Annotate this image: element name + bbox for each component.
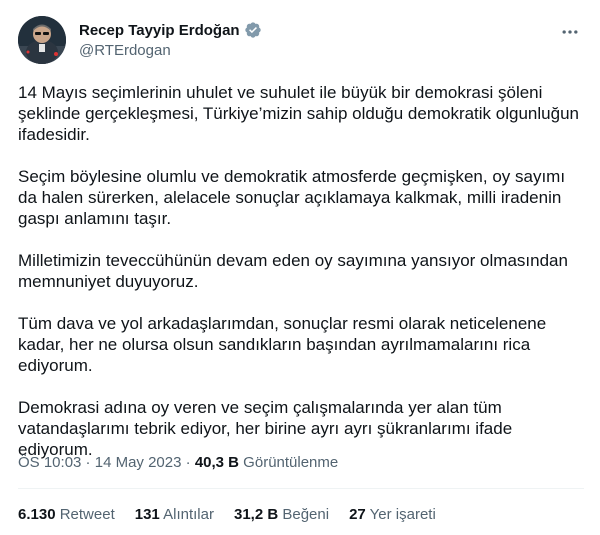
tweet-meta: ÖS 10:03 · 14 May 2023 · 40,3 B Görüntül… — [18, 454, 338, 471]
tweet-time[interactable]: ÖS 10:03 — [18, 454, 81, 471]
tweet-stats: 6.130 Retweet 131 Alıntılar 31,2 B Beğen… — [18, 506, 436, 523]
avatar-image — [18, 16, 66, 64]
quotes-stat[interactable]: 131 Alıntılar — [135, 506, 214, 523]
retweets-count: 6.130 — [18, 506, 56, 523]
tweet-date[interactable]: 14 May 2023 — [95, 454, 182, 471]
tweet-paragraph: Tüm dava ve yol arkadaşlarımdan, sonuçla… — [18, 314, 547, 375]
likes-label: Beğeni — [278, 506, 330, 523]
tweet-paragraph: 14 Mayıs seçimlerinin uhulet ve suhulet … — [18, 83, 579, 144]
retweets-label: Retweet — [55, 506, 115, 523]
views-label: Görüntülenme — [239, 454, 339, 471]
author-block: Recep Tayyip Erdoğan @RTErdogan — [79, 20, 262, 59]
retweets-stat[interactable]: 6.130 Retweet — [18, 506, 115, 523]
quotes-count: 131 — [134, 506, 160, 523]
tweet-card: Recep Tayyip Erdoğan @RTErdogan 14 Mayıs… — [0, 0, 600, 535]
views-count: 40,3 B — [194, 454, 240, 471]
likes-count: 31,2 B — [233, 506, 279, 523]
name-row: Recep Tayyip Erdoğan — [79, 20, 262, 40]
author-handle[interactable]: @RTErdogan — [79, 42, 262, 59]
verified-badge-icon[interactable] — [244, 21, 262, 39]
tweet-header: Recep Tayyip Erdoğan @RTErdogan — [18, 16, 584, 66]
quotes-label: Alıntılar — [159, 506, 214, 523]
bookmarks-stat[interactable]: 27 Yer işareti — [349, 506, 436, 523]
meta-separator: · — [81, 454, 95, 471]
avatar[interactable] — [18, 16, 66, 64]
bookmarks-count: 27 — [349, 506, 366, 523]
tweet-paragraph: Demokrasi adına oy veren ve seçim çalışm… — [18, 398, 513, 459]
meta-separator: · — [181, 454, 195, 471]
divider — [18, 488, 584, 489]
likes-stat[interactable]: 31,2 B Beğeni — [234, 506, 329, 523]
more-horizontal-icon[interactable] — [560, 22, 580, 42]
tweet-paragraph: Milletimizin teveccühünün devam eden oy … — [18, 251, 568, 291]
tweet-paragraph: Seçim böylesine olumlu ve demokratik atm… — [18, 167, 566, 228]
display-name[interactable]: Recep Tayyip Erdoğan — [79, 22, 240, 39]
tweet-text: 14 Mayıs seçimlerinin uhulet ve suhulet … — [18, 82, 584, 481]
bookmarks-label: Yer işareti — [365, 506, 436, 523]
